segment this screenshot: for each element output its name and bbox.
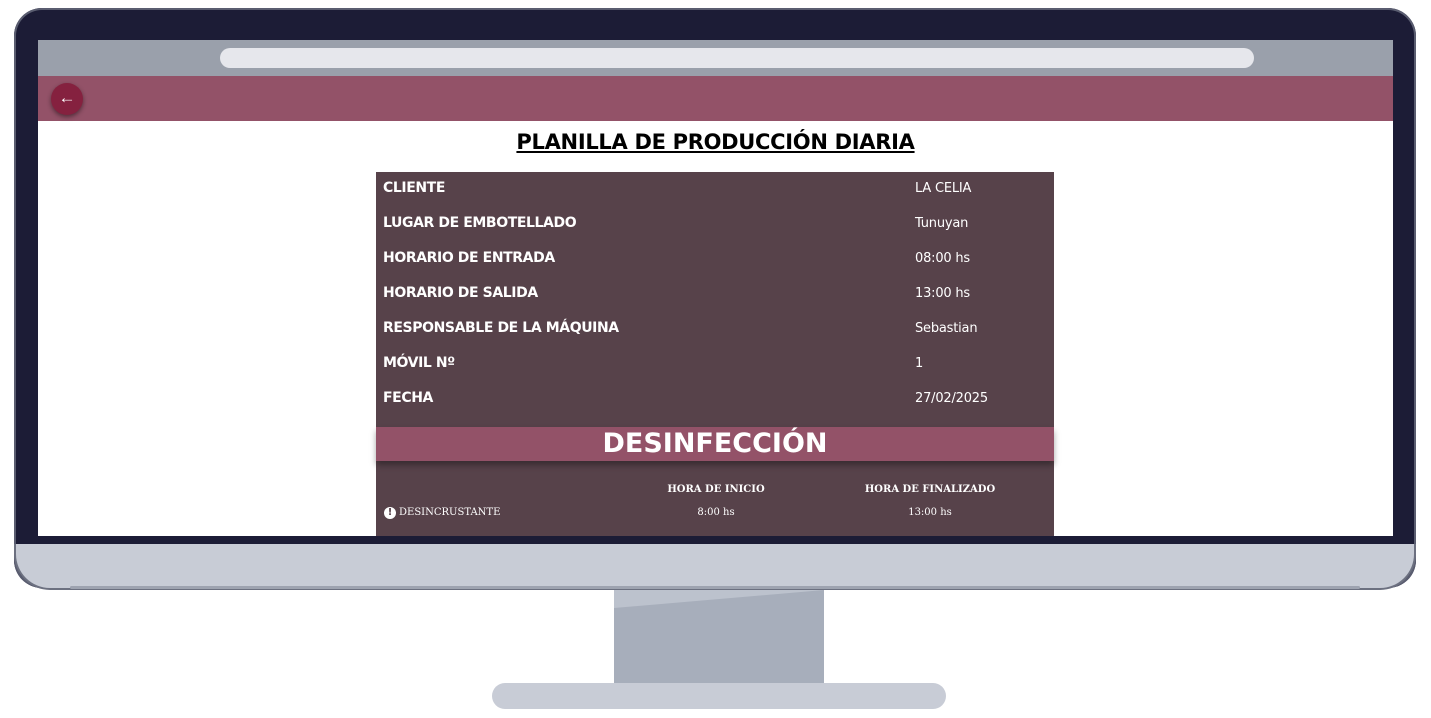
- info-row-movil: MÓVIL Nº 1: [376, 347, 1054, 382]
- arrow-left-icon: ←: [58, 88, 76, 107]
- production-card: CLIENTE LA CELIA LUGAR DE EMBOTELLADO Tu…: [376, 172, 1054, 536]
- browser-bar: [38, 40, 1393, 76]
- info-value: Tunuyan: [915, 216, 969, 231]
- info-row-entrada: HORARIO DE ENTRADA 08:00 hs: [376, 242, 1054, 277]
- info-label: MÓVIL Nº: [383, 355, 455, 371]
- section-title-desinfeccion: DESINFECCIÓN: [376, 427, 1054, 461]
- row-start-time: 8:00 hs: [697, 507, 735, 518]
- info-value: 13:00 hs: [915, 286, 971, 301]
- info-icon[interactable]: !: [384, 507, 396, 519]
- info-label: RESPONSABLE DE LA MÁQUINA: [383, 320, 619, 336]
- info-value: LA CELIA: [915, 181, 972, 196]
- info-label: CLIENTE: [383, 180, 445, 196]
- row-end-time: 13:00 hs: [908, 507, 952, 518]
- app-header: [38, 76, 1393, 121]
- info-label: FECHA: [383, 390, 433, 406]
- page-title: PLANILLA DE PRODUCCIÓN DIARIA: [516, 130, 915, 154]
- info-row-salida: HORARIO DE SALIDA 13:00 hs: [376, 277, 1054, 312]
- info-row-lugar: LUGAR DE EMBOTELLADO Tunuyan: [376, 207, 1054, 242]
- info-row-responsable: RESPONSABLE DE LA MÁQUINA Sebastian: [376, 312, 1054, 347]
- monitor-stand-base: [492, 683, 946, 709]
- row-label: DESINCRUSTANTE: [399, 507, 501, 518]
- monitor-chin-line: [70, 586, 1360, 589]
- table-row: ! DESINCRUSTANTE 8:00 hs 13:00 hs: [376, 507, 1054, 525]
- info-label: LUGAR DE EMBOTELLADO: [383, 215, 577, 231]
- info-row-cliente: CLIENTE LA CELIA: [376, 172, 1054, 207]
- info-label: HORARIO DE SALIDA: [383, 285, 538, 301]
- info-value: 27/02/2025: [915, 391, 988, 406]
- info-row-fecha: FECHA 27/02/2025: [376, 382, 1054, 417]
- screen: ← PLANILLA DE PRODUCCIÓN DIARIA CLIENTE …: [38, 40, 1393, 536]
- back-button[interactable]: ←: [51, 83, 83, 115]
- address-bar[interactable]: [220, 48, 1254, 68]
- column-header-end: HORA DE FINALIZADO: [864, 484, 996, 495]
- info-value: 08:00 hs: [915, 251, 971, 266]
- column-header-start: HORA DE INICIO: [667, 484, 765, 495]
- info-value: 1: [915, 356, 924, 371]
- info-value: Sebastian: [915, 321, 978, 336]
- monitor-chin: [14, 544, 1416, 590]
- info-label: HORARIO DE ENTRADA: [383, 250, 555, 266]
